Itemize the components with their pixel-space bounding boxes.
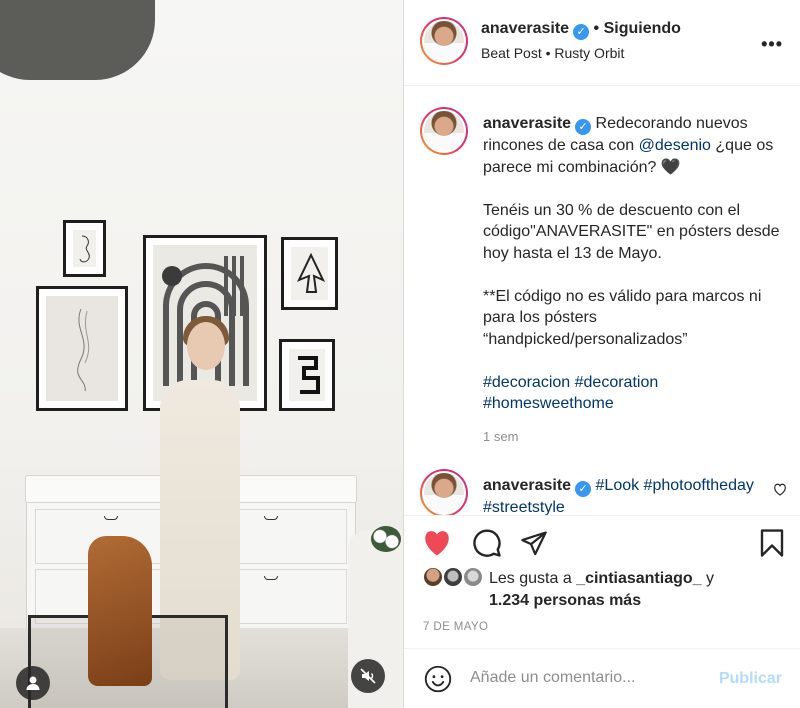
verified-badge-icon: ✓ — [575, 481, 592, 497]
likes-and: y — [701, 570, 714, 587]
audio-line[interactable]: Beat Post • Rusty Orbit — [481, 45, 624, 61]
post-header: anaverasite ✓ • Siguiendo Beat Post • Rus… — [404, 0, 800, 86]
comments-section[interactable]: anaverasite ✓ Redecorando nuevos rincones… — [404, 87, 800, 515]
flower-vase — [371, 526, 401, 552]
caption-username[interactable]: anaverasite — [483, 115, 571, 132]
post-date[interactable]: 7 DE MAYO — [423, 621, 488, 633]
user-tag-icon[interactable] — [16, 666, 50, 700]
caption-paragraph: **El código no es válido para marcos ni … — [483, 287, 762, 348]
heart-filled-icon[interactable] — [422, 529, 452, 562]
wood-sculpture — [88, 536, 152, 686]
smiley-icon[interactable] — [424, 665, 452, 698]
avatar[interactable] — [420, 107, 468, 155]
comment-item: anaverasite ✓ #Look #photooftheday #stree… — [483, 475, 773, 515]
likes-prefix: Les gusta a — [489, 570, 577, 587]
avatar[interactable] — [420, 469, 468, 515]
caption-paragraph: Tenéis un 30 % de descuento con el códig… — [483, 201, 780, 262]
comment-icon[interactable] — [472, 528, 502, 563]
hashtag-links[interactable]: #decoracion #decoration #homesweethome — [483, 372, 783, 415]
avatar[interactable] — [420, 17, 468, 65]
poster-frame — [36, 286, 128, 411]
comment-like-heart-icon[interactable] — [773, 483, 787, 501]
add-comment-bar: Publicar — [404, 648, 800, 708]
poster-frame — [281, 237, 338, 310]
follow-status-button[interactable]: Siguiendo — [604, 20, 681, 37]
woman-face — [187, 322, 225, 370]
likes-summary: Les gusta a _cintiasantiago_ y — [489, 570, 714, 588]
publish-button[interactable]: Publicar — [719, 670, 782, 688]
post-media[interactable] — [0, 0, 403, 708]
likes-count-link[interactable]: 1.234 personas más — [489, 592, 641, 610]
comment-username[interactable]: anaverasite — [483, 477, 571, 494]
poster-frame — [279, 339, 335, 411]
liked-by-avatars[interactable] — [422, 566, 492, 590]
more-horizontal-icon[interactable]: ••• — [761, 34, 783, 55]
mention-link[interactable]: @desenio — [639, 137, 711, 154]
verified-badge-icon: ✓ — [575, 119, 592, 135]
poster-frame — [63, 220, 106, 277]
post-details-panel: anaverasite ✓ • Siguiendo Beat Post • Rus… — [403, 0, 800, 708]
speaker-muted-icon[interactable] — [351, 659, 385, 693]
liked-by-user-link[interactable]: _cintiasantiago_ — [576, 570, 701, 587]
verified-badge-icon: ✓ — [573, 24, 590, 40]
caption-timestamp[interactable]: 1 sem — [483, 429, 518, 444]
post-actions: Les gusta a _cintiasantiago_ y 1.234 per… — [404, 515, 800, 643]
header-username[interactable]: anaverasite — [481, 20, 569, 37]
comment-input[interactable] — [470, 669, 710, 687]
post-caption: anaverasite ✓ Redecorando nuevos rincones… — [483, 113, 783, 436]
bookmark-icon[interactable] — [759, 528, 785, 563]
header-separator: • — [593, 20, 600, 37]
paper-plane-icon[interactable] — [520, 529, 548, 562]
